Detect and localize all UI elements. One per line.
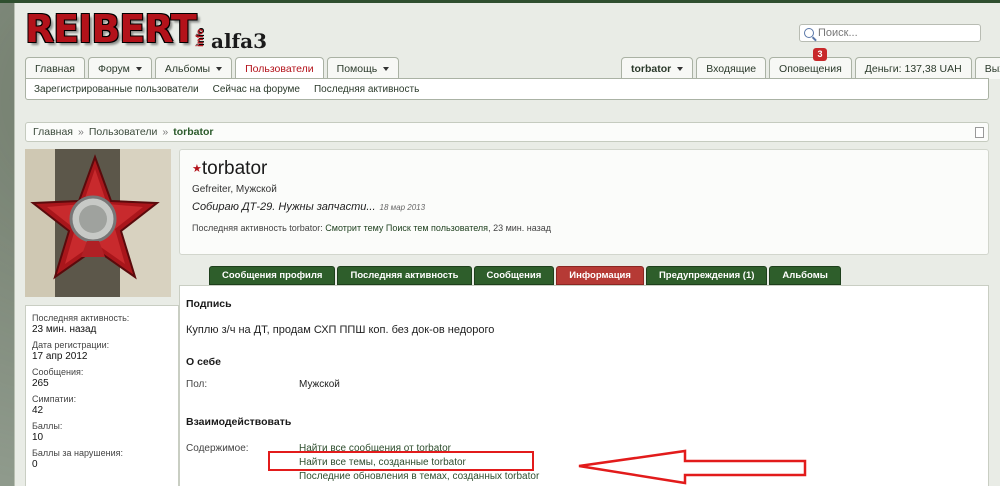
- tab-label: Деньги: 137,38 UAH: [864, 62, 962, 75]
- breadcrumb: Главная » Пользователи » torbator: [25, 122, 989, 142]
- tab-label: Главная: [35, 62, 75, 75]
- tab-forum[interactable]: Форум: [87, 57, 152, 79]
- stat-label: Баллы за нарушения:: [32, 448, 123, 458]
- alerts-badge[interactable]: 3: [813, 48, 827, 61]
- stat-value: 42: [32, 405, 44, 416]
- tab-label: torbator: [631, 62, 672, 75]
- stat-value: 17 апр 2012: [32, 351, 88, 362]
- stat-value: 0: [32, 459, 38, 470]
- about-title: О себе: [186, 356, 221, 368]
- annotation-highlight-box: [268, 451, 534, 471]
- tab-label: Альбомы: [164, 62, 211, 75]
- status-text: Собираю ДТ-29. Нужны запчасти...: [192, 201, 376, 213]
- interact-title: Взаимодействовать: [186, 416, 292, 428]
- star-icon: ★: [192, 163, 202, 175]
- page-icon[interactable]: [975, 127, 984, 138]
- stat-label: Сообщения:: [32, 367, 84, 377]
- tab-user-menu[interactable]: torbator: [621, 57, 694, 79]
- stat-label: Баллы:: [32, 421, 63, 431]
- tab-postings[interactable]: Сообщения: [473, 266, 555, 285]
- profile-header: ★torbator Gefreiter, Мужской Собираю ДТ-…: [179, 149, 989, 255]
- gender-row: Пол: Мужской: [186, 379, 982, 390]
- subnav-recent[interactable]: Последняя активность: [314, 84, 419, 95]
- profile-status: Собираю ДТ-29. Нужны запчасти... 18 мар 2…: [192, 201, 976, 213]
- tab-label: Помощь: [336, 62, 378, 75]
- tab-alerts[interactable]: Оповещения: [769, 57, 852, 79]
- search-icon: [804, 28, 814, 38]
- stat-value[interactable]: 10: [32, 432, 172, 444]
- stat-messages: Сообщения: 265: [32, 367, 172, 390]
- stat-value: 23 мин. назад: [32, 324, 97, 335]
- link-thread-updates[interactable]: Последние обновления в темах, созданных …: [299, 471, 539, 482]
- activity-link-thread[interactable]: Смотрит тему: [325, 223, 383, 233]
- subnav-registered[interactable]: Зарегистрированные пользователи: [34, 84, 199, 95]
- annotation-arrow-icon: [578, 449, 807, 485]
- stat-registered: Дата регистрации: 17 апр 2012: [32, 340, 172, 363]
- breadcrumb-users[interactable]: Пользователи: [89, 126, 158, 138]
- stat-value[interactable]: 265: [32, 378, 172, 390]
- tab-home[interactable]: Главная: [25, 57, 85, 79]
- logo-subtitle: alfa3: [211, 29, 268, 53]
- username-text: torbator: [201, 158, 268, 179]
- stat-likes: Симпатии: 42: [32, 394, 172, 417]
- tab-label: Пользователи: [245, 63, 314, 75]
- breadcrumb-current[interactable]: torbator: [173, 126, 213, 138]
- chevron-down-icon[interactable]: [677, 66, 684, 71]
- tab-recent-activity[interactable]: Последняя активность: [337, 266, 472, 285]
- tab-help[interactable]: Помощь: [326, 57, 400, 79]
- profile-stats: Последняя активность: 23 мин. назад Дата …: [25, 305, 179, 486]
- tab-label: Оповещения: [779, 62, 842, 75]
- stat-last-activity: Последняя активность: 23 мин. назад: [32, 313, 172, 336]
- activity-link-search[interactable]: Поиск тем пользователя: [386, 223, 488, 233]
- tab-label: Форум: [97, 62, 130, 75]
- tab-inbox[interactable]: Входящие: [696, 57, 767, 79]
- breadcrumb-sep: »: [77, 126, 84, 138]
- chevron-down-icon[interactable]: [216, 66, 223, 71]
- breadcrumb-home[interactable]: Главная: [33, 126, 73, 138]
- gender-value: Мужской: [299, 379, 340, 390]
- stat-warning-points: Баллы за нарушения: 0: [32, 448, 172, 471]
- profile-role: Gefreiter, Мужской: [192, 184, 277, 195]
- main-nav: Главная Форум Альбомы Пользователи Помощ…: [25, 57, 400, 80]
- logo-text: REIBERT: [25, 7, 197, 51]
- subnav-online[interactable]: Сейчас на форуме: [213, 84, 300, 95]
- search-placeholder: Поиск...: [818, 27, 858, 39]
- site-logo[interactable]: REIBERT info alfa3: [25, 7, 267, 53]
- page: REIBERT info alfa3 Поиск... Главная Фору…: [14, 3, 1000, 486]
- red-star-medal-icon: [25, 149, 171, 297]
- tab-label: Входящие: [706, 62, 757, 75]
- profile-activity: Последняя активность torbator: Смотрит т…: [192, 223, 976, 233]
- signature-text: Куплю з/ч на ДТ, продам СХП ППШ коп. без…: [186, 324, 495, 336]
- profile-username: ★torbator: [192, 158, 976, 180]
- activity-time: , 23 мин. назад: [488, 223, 552, 233]
- search-input[interactable]: Поиск...: [799, 24, 981, 42]
- tab-information[interactable]: Информация: [556, 266, 644, 285]
- activity-prefix: Последняя активность torbator:: [192, 223, 323, 233]
- signature-title: Подпись: [186, 298, 232, 310]
- user-nav: torbator Входящие Оповещения Деньги: 137…: [621, 57, 1000, 79]
- chevron-down-icon[interactable]: [135, 66, 142, 71]
- tab-users[interactable]: Пользователи: [235, 57, 324, 80]
- profile-tabs: Сообщения профиля Последняя активность С…: [209, 266, 841, 285]
- tab-profile-posts[interactable]: Сообщения профиля: [209, 266, 336, 285]
- gender-label: Пол:: [186, 379, 208, 390]
- avatar[interactable]: [25, 149, 171, 297]
- logo-info-text: info: [195, 28, 206, 47]
- sub-nav: Зарегистрированные пользователи Сейчас н…: [25, 78, 989, 100]
- status-date: 18 мар 2013: [379, 203, 426, 212]
- stat-label: Последняя активность:: [32, 313, 130, 323]
- tab-money[interactable]: Деньги: 137,38 UAH: [854, 57, 972, 79]
- tab-logout[interactable]: Выход: [974, 57, 1000, 79]
- tab-warnings[interactable]: Предупреждения (1): [645, 266, 768, 285]
- tab-profile-albums[interactable]: Альбомы: [769, 266, 841, 285]
- tab-albums[interactable]: Альбомы: [154, 57, 233, 79]
- stat-label: Симпатии:: [32, 394, 77, 404]
- stat-label: Дата регистрации:: [32, 340, 110, 350]
- breadcrumb-sep: »: [162, 126, 169, 138]
- tab-label: Выход: [984, 62, 1000, 75]
- chevron-down-icon[interactable]: [383, 66, 390, 71]
- stat-points: Баллы: 10: [32, 421, 172, 444]
